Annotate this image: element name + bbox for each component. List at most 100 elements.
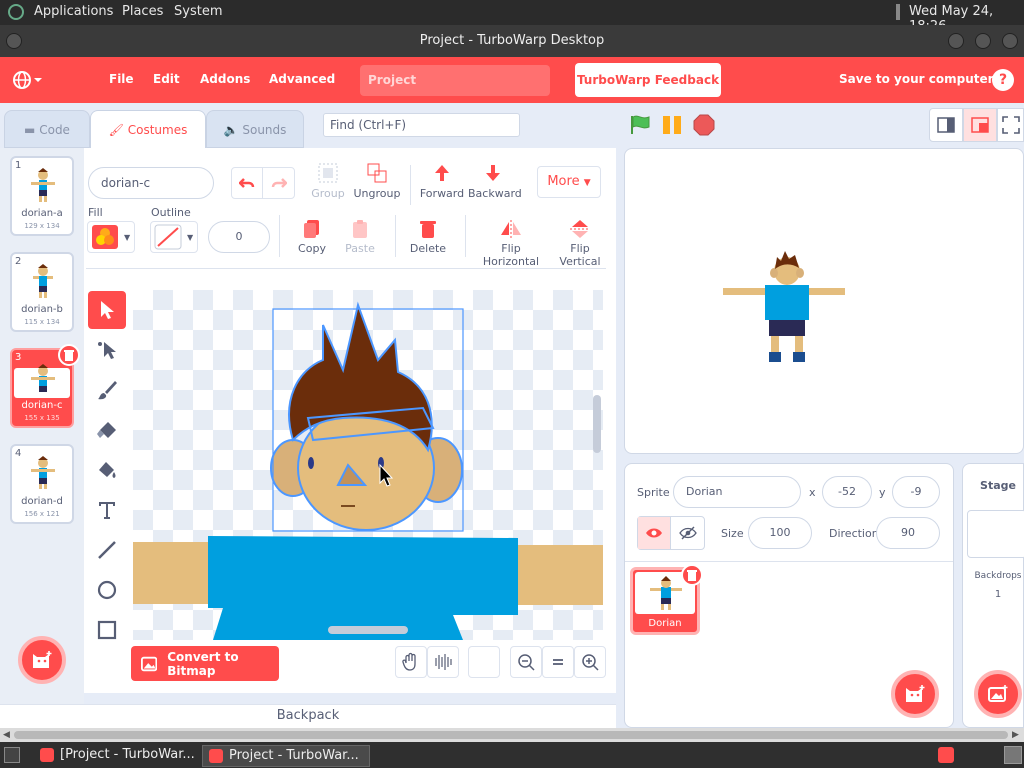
edit-menu[interactable]: Edit (153, 72, 180, 86)
taskbar-item-2-active[interactable]: Project - TurboWar... (202, 745, 370, 767)
toolbar-divider (279, 215, 280, 257)
close-icon[interactable] (1002, 33, 1018, 49)
small-stage-button[interactable] (929, 108, 963, 142)
text-tool[interactable] (88, 491, 126, 529)
x-input[interactable]: -52 (822, 476, 872, 508)
eraser-tool[interactable] (88, 411, 126, 449)
advanced-menu[interactable]: Advanced (269, 72, 335, 86)
costume-name-input[interactable]: dorian-c (88, 167, 214, 199)
delete-sprite-button[interactable] (681, 564, 703, 586)
theme-moon-icon[interactable] (64, 69, 82, 92)
stage-canvas[interactable] (624, 148, 1024, 454)
forward-button[interactable]: Forward (418, 162, 466, 200)
pause-button[interactable] (661, 114, 683, 139)
find-input[interactable]: Find (Ctrl+F) (323, 113, 520, 137)
scrollbar-thumb[interactable] (14, 731, 1008, 739)
minimize-icon[interactable] (948, 33, 964, 49)
file-menu[interactable]: File (109, 72, 134, 86)
zoom-in-button[interactable] (574, 646, 606, 678)
show-sprite-button[interactable] (638, 517, 672, 549)
redo-button[interactable] (263, 168, 294, 198)
chevron-down-icon: ▼ (187, 232, 194, 242)
distro-logo-icon[interactable] (8, 4, 24, 20)
costume-item-selected[interactable]: 3 dorian-c 155 x 135 (10, 344, 80, 428)
tray-workspace-icon[interactable] (1004, 746, 1022, 764)
paint-canvas[interactable] (133, 290, 603, 640)
large-stage-button[interactable] (963, 108, 997, 142)
choose-backdrop-button[interactable] (974, 670, 1022, 718)
sprite-tile-selected[interactable]: Dorian (630, 564, 703, 635)
zoom-reset-button[interactable] (542, 646, 574, 678)
select-tool[interactable] (88, 291, 126, 329)
backpack-bar[interactable]: Backpack (0, 704, 616, 728)
circle-tool[interactable] (88, 571, 126, 609)
fill-tool[interactable] (88, 451, 126, 489)
costume-item[interactable]: 2 dorian-b 115 x 134 (10, 252, 74, 332)
window-horizontal-scrollbar[interactable]: ◀ ▶ (0, 728, 1024, 742)
zoom-out-button[interactable] (510, 646, 542, 678)
taskbar-item-1[interactable]: [Project - TurboWar... (34, 745, 200, 767)
language-globe-icon[interactable] (12, 69, 42, 94)
show-desktop-icon[interactable] (4, 747, 20, 763)
canvas-vertical-scrollbar[interactable] (593, 395, 601, 453)
copy-button[interactable]: Copy (292, 219, 332, 255)
addons-menu[interactable]: Addons (200, 72, 250, 86)
delete-button[interactable]: Delete (408, 219, 448, 255)
scroll-left-icon[interactable]: ◀ (3, 730, 10, 740)
save-button[interactable]: Save to your computer (839, 72, 994, 86)
costume-name: dorian-d (21, 496, 63, 507)
turbowarp-app-icon (209, 749, 223, 763)
group-button[interactable]: Group (308, 162, 348, 200)
feedback-button[interactable]: TurboWarp Feedback (575, 63, 721, 97)
tab-sounds[interactable]: 🔈 Sounds (206, 110, 304, 148)
convert-to-bitmap-button[interactable]: Convert to Bitmap (131, 646, 279, 681)
more-button[interactable]: More ▼ (537, 166, 601, 198)
audio-waveform-button[interactable] (427, 646, 459, 678)
hide-sprite-button[interactable] (671, 517, 704, 549)
brush-tool[interactable] (88, 371, 126, 409)
fill-color-picker[interactable]: ▼ (87, 221, 135, 253)
places-menu[interactable]: Places (122, 4, 163, 19)
costume-item[interactable]: 1 dorian-a 129 x 134 (10, 156, 74, 236)
applications-menu[interactable]: Applications (34, 4, 113, 19)
tab-costumes[interactable]: 🖌 Costumes (90, 110, 206, 148)
direction-input[interactable]: 90 (876, 517, 940, 549)
window-titlebar[interactable]: Project - TurboWarp Desktop (0, 25, 1024, 57)
help-button[interactable]: ? (992, 69, 1014, 91)
flip-horizontal-button[interactable]: Flip Horizontal (476, 219, 546, 268)
tab-code[interactable]: ▬ Code (4, 110, 90, 148)
dark-mode-toggle[interactable] (468, 646, 500, 678)
backward-button[interactable]: Backward (468, 162, 522, 200)
tray-turbowarp-icon[interactable] (938, 747, 954, 763)
rectangle-tool[interactable] (88, 611, 126, 649)
tab-code-label: Code (39, 123, 70, 137)
ungroup-label: Ungroup (353, 187, 401, 200)
stop-button[interactable] (693, 114, 715, 139)
size-input[interactable]: 100 (748, 517, 812, 549)
flip-vertical-button[interactable]: Flip Vertical (550, 219, 610, 268)
ungroup-button[interactable]: Ungroup (352, 162, 402, 200)
delete-costume-button[interactable] (58, 344, 80, 366)
outline-color-picker[interactable]: ▼ (150, 221, 198, 253)
project-title-input[interactable]: Project (360, 65, 550, 96)
costume-item[interactable]: 4 dorian-d 156 x 121 (10, 444, 74, 524)
drag-hand-button[interactable] (395, 646, 427, 678)
canvas-horizontal-scrollbar[interactable] (328, 626, 408, 634)
y-input[interactable]: -9 (892, 476, 940, 508)
line-tool[interactable] (88, 531, 126, 569)
system-menu[interactable]: System (174, 4, 222, 19)
outline-width-input[interactable]: 0 (208, 221, 270, 253)
costume-thumbnail (31, 168, 55, 202)
undo-button[interactable] (232, 168, 264, 198)
fullscreen-button[interactable] (997, 108, 1024, 142)
maximize-icon[interactable] (975, 33, 991, 49)
green-flag-button[interactable] (629, 114, 651, 139)
paste-button[interactable]: Paste (340, 219, 380, 255)
right-arm (518, 545, 603, 605)
choose-sprite-button[interactable] (891, 670, 939, 718)
text-icon (99, 502, 115, 519)
sprite-name-input[interactable]: Dorian (673, 476, 801, 508)
choose-costume-button[interactable] (18, 636, 66, 684)
scroll-right-icon[interactable]: ▶ (1012, 730, 1019, 740)
reshape-tool[interactable] (88, 331, 126, 369)
